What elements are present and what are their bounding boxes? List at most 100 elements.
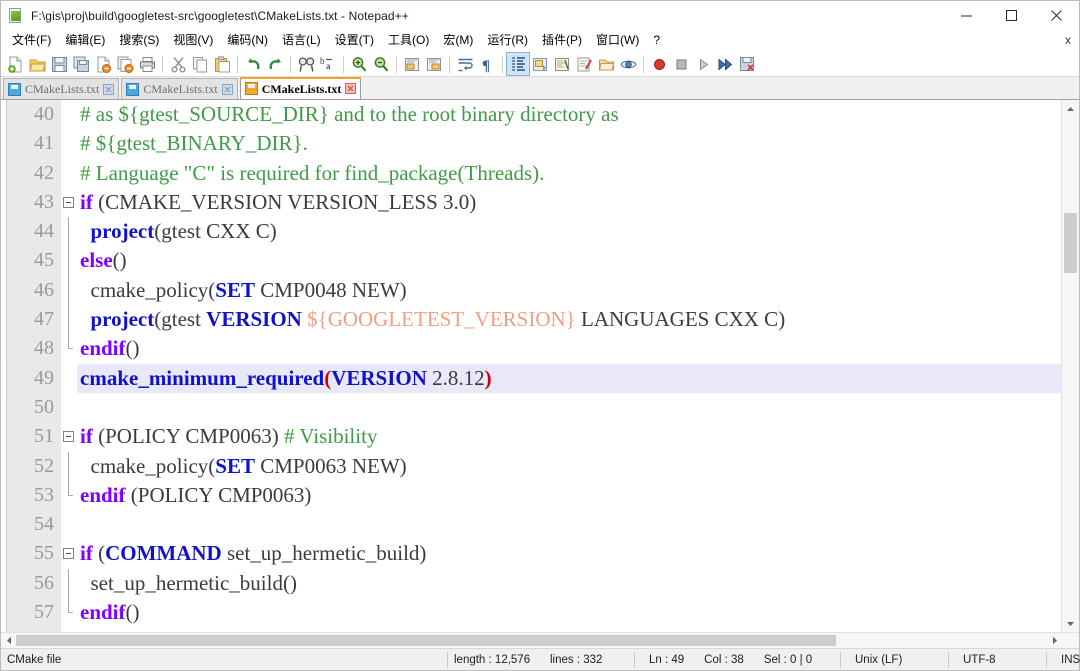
menu-edit[interactable]: 编辑(E)	[58, 31, 112, 51]
function-list-icon[interactable]	[573, 53, 595, 75]
indent-guide-icon[interactable]	[506, 52, 530, 76]
open-file-icon[interactable]	[26, 53, 48, 75]
redo-icon[interactable]	[264, 53, 286, 75]
fold-margin[interactable]	[61, 217, 77, 247]
document-map-icon[interactable]	[551, 53, 573, 75]
save-all-icon[interactable]	[70, 53, 92, 75]
fold-margin[interactable]	[61, 187, 77, 218]
new-file-icon[interactable]	[4, 53, 26, 75]
code-text[interactable]: cmake_minimum_required(VERSION 2.8.12)	[77, 363, 1061, 393]
code-text[interactable]: if (COMMAND set_up_hermetic_build)	[77, 539, 1061, 569]
close-button[interactable]	[1034, 1, 1079, 30]
code-line[interactable]: 50	[1, 392, 1061, 423]
fold-margin[interactable]	[61, 158, 77, 188]
code-line[interactable]: 41 # ${gtest_BINARY_DIR}.	[1, 129, 1061, 159]
code-text[interactable]: project(gtest VERSION ${GOOGLETEST_VERSI…	[77, 305, 1061, 335]
fold-margin[interactable]	[61, 129, 77, 159]
close-all-icon[interactable]	[114, 53, 136, 75]
code-line[interactable]: 44 project(gtest CXX C)	[1, 217, 1061, 247]
code-line[interactable]: 46 cmake_policy(SET CMP0048 NEW)	[1, 275, 1061, 306]
code-text[interactable]: endif (POLICY CMP0063)	[77, 480, 1061, 511]
fold-collapse-icon[interactable]	[63, 431, 74, 443]
fold-margin[interactable]	[61, 422, 77, 452]
code-editor[interactable]: 40 # as ${gtest_SOURCE_DIR} and to the ro…	[1, 100, 1061, 632]
scroll-left-button[interactable]	[1, 633, 16, 648]
tab-cmakelists-3[interactable]: CMakeLists.txt	[239, 77, 362, 99]
fold-margin[interactable]	[61, 305, 77, 335]
code-text[interactable]: # as ${gtest_SOURCE_DIR} and to the root…	[77, 100, 1061, 130]
code-text[interactable]: cmake_policy(SET CMP0063 NEW)	[77, 451, 1061, 481]
undo-icon[interactable]	[242, 53, 264, 75]
code-line[interactable]: 53 endif (POLICY CMP0063)	[1, 480, 1061, 511]
tab-cmakelists-2[interactable]: CMakeLists.txt	[121, 78, 238, 99]
menu-tools[interactable]: 工具(O)	[381, 31, 436, 51]
user-defined-language-icon[interactable]	[529, 53, 551, 75]
find-icon[interactable]	[295, 53, 317, 75]
status-insert-mode[interactable]: INS	[1047, 649, 1080, 671]
menu-settings[interactable]: 设置(T)	[328, 31, 381, 51]
code-line[interactable]: 57 endif()	[1, 598, 1061, 628]
cut-icon[interactable]	[167, 53, 189, 75]
fold-margin[interactable]	[61, 100, 77, 130]
fold-margin[interactable]	[61, 598, 77, 628]
tab-close-icon[interactable]	[221, 83, 233, 95]
code-text[interactable]: else()	[77, 246, 1061, 276]
code-line[interactable]: 43 if (CMAKE_VERSION VERSION_LESS 3.0)	[1, 187, 1061, 218]
print-icon[interactable]	[136, 53, 158, 75]
code-text[interactable]: if (CMAKE_VERSION VERSION_LESS 3.0)	[77, 187, 1061, 218]
stop-recording-icon[interactable]	[670, 53, 692, 75]
show-all-characters-icon[interactable]: ¶	[476, 53, 498, 75]
fold-margin[interactable]	[61, 275, 77, 306]
fold-margin[interactable]	[61, 246, 77, 276]
fold-margin[interactable]	[61, 363, 77, 393]
paste-icon[interactable]	[211, 53, 233, 75]
scroll-down-button[interactable]	[1062, 615, 1079, 632]
code-text[interactable]	[77, 510, 1061, 540]
scroll-up-button[interactable]	[1062, 100, 1079, 117]
menu-encoding[interactable]: 编码(N)	[220, 31, 275, 51]
fold-margin[interactable]	[61, 568, 77, 599]
zoom-in-icon[interactable]	[348, 53, 370, 75]
menu-plugins[interactable]: 插件(P)	[535, 31, 589, 51]
horizontal-scrollbar[interactable]	[1, 632, 1079, 648]
menu-language[interactable]: 语言(L)	[275, 31, 328, 51]
minimize-button[interactable]	[944, 1, 989, 30]
tab-close-icon[interactable]	[103, 83, 115, 95]
code-text[interactable]: endif()	[77, 334, 1061, 364]
fold-margin[interactable]	[61, 539, 77, 569]
replace-icon[interactable]: ba	[317, 53, 339, 75]
menu-macro[interactable]: 宏(M)	[436, 31, 480, 51]
fold-margin[interactable]	[61, 334, 77, 364]
fold-margin[interactable]	[61, 451, 77, 481]
fold-margin[interactable]	[61, 510, 77, 540]
sync-horizontal-scroll-icon[interactable]	[423, 53, 445, 75]
code-text[interactable]: set_up_hermetic_build()	[77, 568, 1061, 599]
vertical-scroll-thumb[interactable]	[1064, 213, 1077, 273]
vertical-scrollbar[interactable]	[1061, 100, 1079, 632]
menu-window[interactable]: 窗口(W)	[589, 31, 646, 51]
menu-file[interactable]: 文件(F)	[5, 31, 58, 51]
status-eol-format[interactable]: Unix (LF)	[841, 649, 948, 671]
fold-collapse-icon[interactable]	[63, 196, 74, 208]
fold-margin[interactable]	[61, 392, 77, 423]
horizontal-scroll-track[interactable]	[16, 633, 1047, 648]
vertical-scroll-track[interactable]	[1062, 117, 1079, 615]
save-icon[interactable]	[48, 53, 70, 75]
folder-as-workspace-icon[interactable]	[595, 53, 617, 75]
code-text[interactable]: cmake_policy(SET CMP0048 NEW)	[77, 275, 1061, 306]
save-macro-icon[interactable]	[736, 53, 758, 75]
monitoring-icon[interactable]	[617, 53, 639, 75]
code-line[interactable]: 56 set_up_hermetic_build()	[1, 568, 1061, 599]
menu-run[interactable]: 运行(R)	[480, 31, 535, 51]
code-line[interactable]: 54	[1, 510, 1061, 540]
fold-collapse-icon[interactable]	[63, 548, 74, 560]
word-wrap-icon[interactable]	[454, 53, 476, 75]
zoom-out-icon[interactable]	[370, 53, 392, 75]
menu-help[interactable]: ?	[646, 31, 667, 51]
code-line[interactable]: 51 if (POLICY CMP0063) # Visibility	[1, 422, 1061, 452]
scroll-right-button[interactable]	[1047, 633, 1062, 648]
code-line[interactable]: 55 if (COMMAND set_up_hermetic_build)	[1, 539, 1061, 569]
menu-view[interactable]: 视图(V)	[166, 31, 220, 51]
code-line[interactable]: 42 # Language "C" is required for find_pa…	[1, 158, 1061, 188]
code-text[interactable]: project(gtest CXX C)	[77, 217, 1061, 247]
